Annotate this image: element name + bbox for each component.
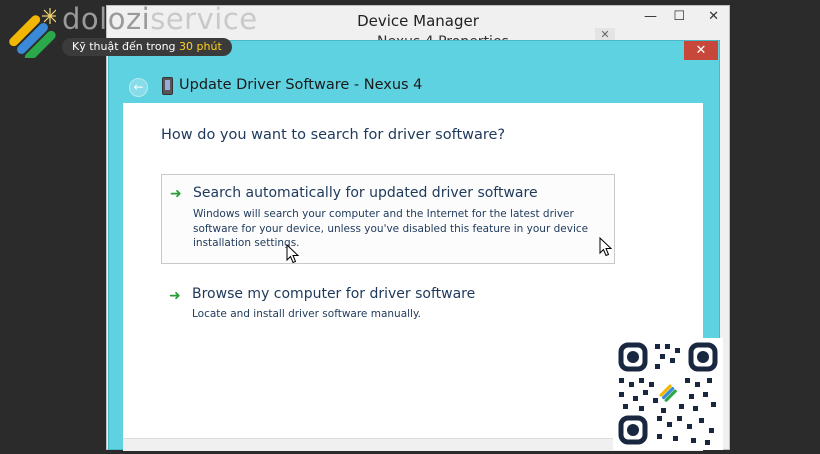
mouse-cursor-icon <box>286 244 300 264</box>
green-arrow-icon: ➜ <box>169 288 181 304</box>
back-arrow-icon[interactable]: ← <box>129 78 148 97</box>
option-title: Browse my computer for driver software <box>192 286 476 302</box>
brand-logo-icon <box>9 8 56 58</box>
mouse-cursor-icon <box>599 237 613 257</box>
phone-icon <box>162 77 173 95</box>
brand-tagline: Kỹ thuật đến trong 30 phút <box>62 38 232 56</box>
qr-code-image <box>618 342 718 445</box>
qr-code <box>613 338 723 450</box>
wizard-close-button[interactable]: ✕ <box>684 41 718 60</box>
minimize-button[interactable]: — <box>644 9 657 24</box>
option-description: Locate and install driver software manua… <box>192 308 422 320</box>
brand-name: doloziservice <box>62 2 258 36</box>
brand-watermark: doloziservice Kỹ thuật đến trong 30 phút <box>0 0 280 62</box>
close-button[interactable]: ✕ <box>708 9 719 24</box>
option-description: Windows will search your computer and th… <box>193 208 589 249</box>
wizard-header: ← Update Driver Software - Nexus 4 <box>109 71 719 101</box>
page-question: How do you want to search for driver sof… <box>161 127 506 143</box>
maximize-button[interactable]: ☐ <box>673 9 685 24</box>
green-arrow-icon: ➜ <box>170 186 182 202</box>
browse-computer-option[interactable]: ➜ Browse my computer for driver software… <box>161 281 615 321</box>
search-automatically-option[interactable]: ➜ Search automatically for updated drive… <box>161 174 615 264</box>
wizard-title: Update Driver Software - Nexus 4 <box>179 77 423 93</box>
option-title: Search automatically for updated driver … <box>193 185 538 201</box>
